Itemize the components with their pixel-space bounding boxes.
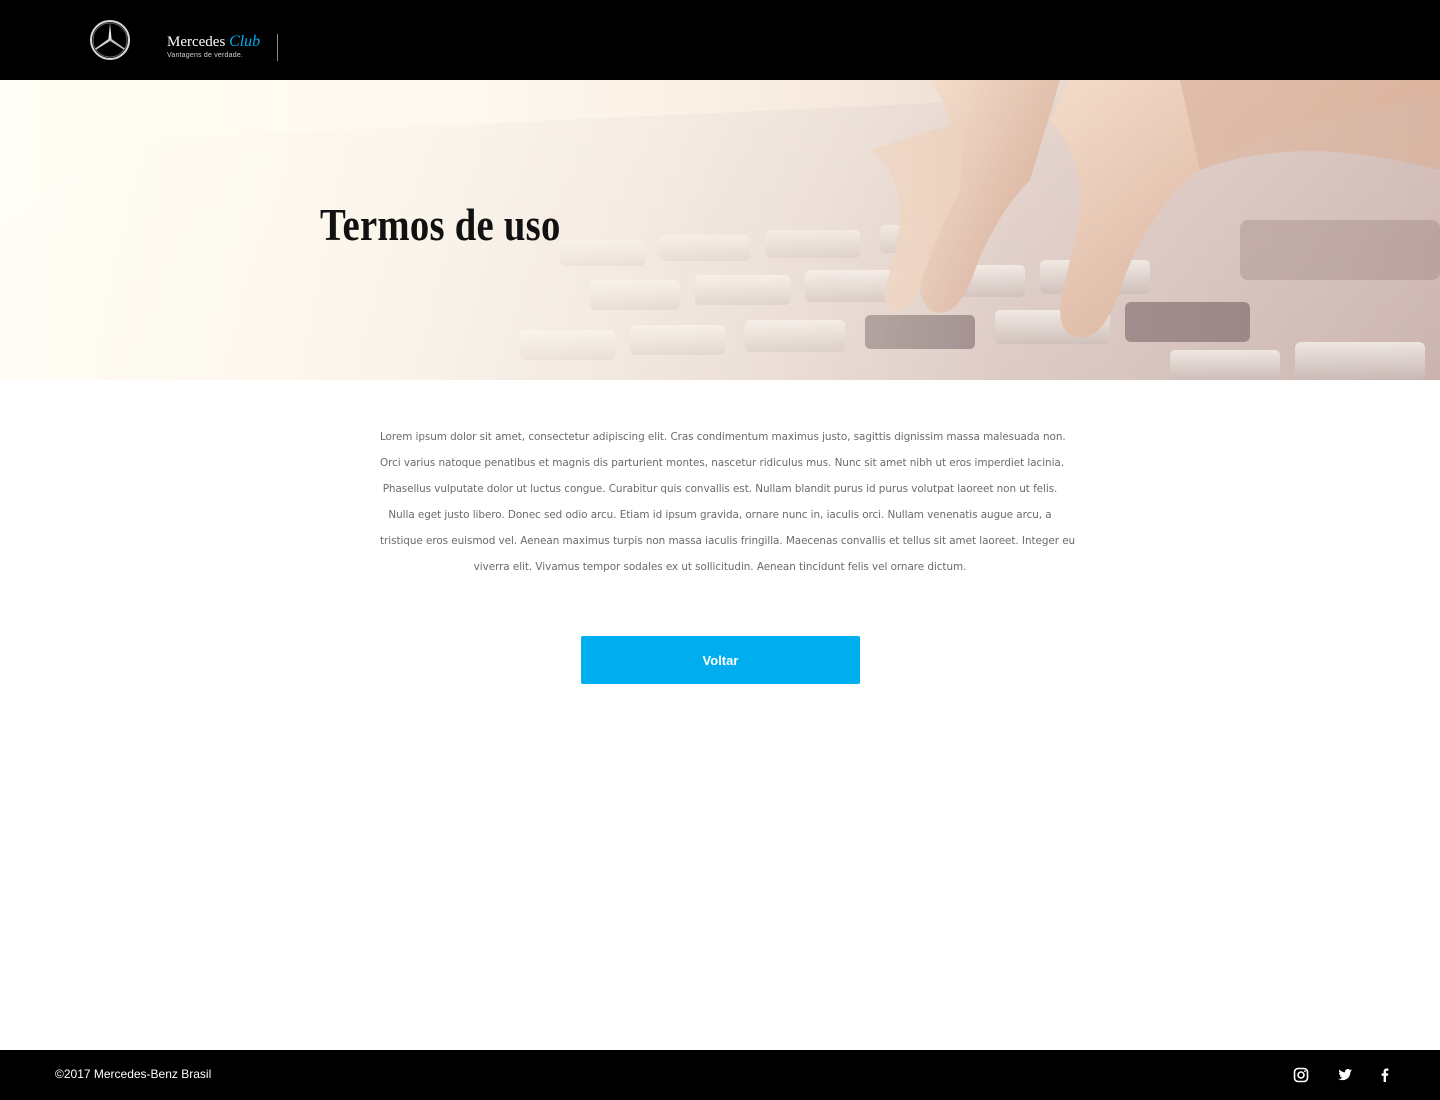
site-footer: ©2017 Mercedes-Benz Brasil [0, 1050, 1440, 1100]
brand-tagline: Vantagens de verdade. [167, 52, 244, 59]
instagram-icon[interactable] [1292, 1066, 1310, 1084]
twitter-icon[interactable] [1336, 1066, 1354, 1084]
copyright-text: ©2017 Mercedes-Benz Brasil [55, 1067, 212, 1081]
terms-content: Lorem ipsum dolor sit amet, consectetur … [380, 424, 1076, 580]
site-header: Mercedes Club Vantagens de verdade. [0, 0, 1440, 80]
terms-text-line: tristique eros euismod vel. Aenean maxim… [380, 535, 1076, 547]
mercedes-star-icon[interactable] [89, 19, 131, 61]
brand-name: Mercedes Club [167, 33, 261, 51]
hero-banner: Termos de uso [0, 80, 1440, 380]
hero-fade-overlay [0, 80, 1440, 380]
header-divider [277, 34, 278, 61]
brand-club-text: Club [229, 33, 261, 50]
brand-wordmark[interactable]: Mercedes Club Vantagens de verdade. [167, 34, 260, 64]
terms-text-line: Orci varius natoque penatibus et magnis … [380, 457, 1064, 469]
page-title: Termos de uso [320, 200, 561, 250]
facebook-icon[interactable] [1376, 1066, 1394, 1084]
terms-text-line: Nulla eget justo libero. Donec sed odio … [388, 509, 1052, 521]
terms-text-line: Lorem ipsum dolor sit amet, consectetur … [380, 431, 1066, 443]
back-button[interactable]: Voltar [581, 636, 860, 684]
terms-text-line: viverra elit. Vivamus tempor sodales ex … [473, 561, 967, 573]
terms-text-line: Phasellus vulputate dolor ut luctus cong… [382, 483, 1058, 495]
brand-name-text: Mercedes [167, 34, 226, 50]
